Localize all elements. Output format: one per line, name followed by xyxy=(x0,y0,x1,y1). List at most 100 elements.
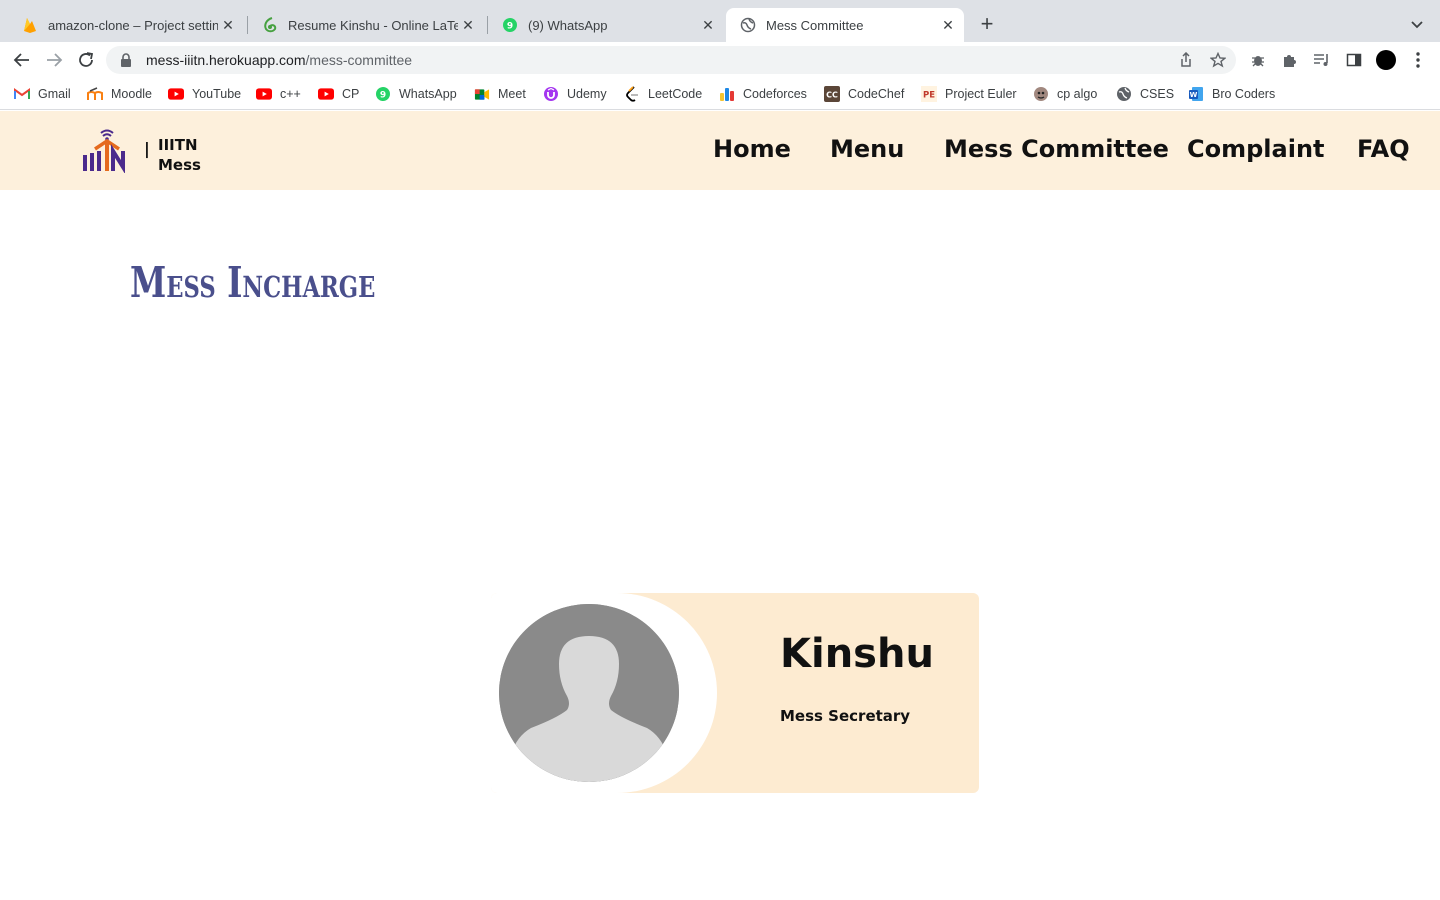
close-tab-icon[interactable]: ✕ xyxy=(698,15,718,35)
brand-name[interactable]: IIITN Mess xyxy=(158,135,201,175)
section-title: Mess Incharge xyxy=(130,258,376,307)
bookmarks-bar: Gmail Moodle YouTube c++ CP 9 WhatsApp M… xyxy=(0,78,1440,110)
url-text: mess-iiitn.herokuapp.com/mess-committee xyxy=(146,52,412,68)
youtube-icon xyxy=(318,86,334,102)
moodle-icon xyxy=(87,86,103,102)
brand-line-1: IIITN xyxy=(158,136,198,154)
bookmark-label: cp algo xyxy=(1057,87,1098,101)
overleaf-icon xyxy=(262,17,278,33)
bookmark-gmail[interactable]: Gmail xyxy=(14,85,71,103)
word-icon: W xyxy=(1188,86,1204,102)
close-tab-icon[interactable]: ✕ xyxy=(218,15,238,35)
nav-faq[interactable]: FAQ xyxy=(1357,135,1410,163)
bookmark-label: Bro Coders xyxy=(1212,87,1276,101)
avatar xyxy=(499,604,679,782)
bookmark-label: YouTube xyxy=(192,87,242,101)
site-header: | IIITN Mess Home Menu Mess Committee Co… xyxy=(0,111,1440,190)
youtube-icon xyxy=(168,86,184,102)
iiitn-logo[interactable] xyxy=(80,127,130,174)
bookmark-udemy[interactable]: Udemy xyxy=(543,85,607,103)
bookmark-label: Project Euler xyxy=(945,87,1017,101)
profile-avatar[interactable] xyxy=(1376,50,1396,70)
bookmark-label: LeetCode xyxy=(648,87,703,101)
reload-icon[interactable] xyxy=(76,50,96,70)
bookmark-label: Udemy xyxy=(567,87,607,101)
share-icon[interactable] xyxy=(1176,50,1196,70)
project-euler-icon: PE xyxy=(921,86,937,102)
tab-amazon-clone[interactable]: amazon-clone – Project setting ✕ xyxy=(8,8,244,42)
member-role: Mess Secretary xyxy=(780,707,911,725)
bookmark-bro-coders[interactable]: W Bro Coders xyxy=(1188,85,1275,103)
bookmark-project-euler[interactable]: PE Project Euler xyxy=(921,85,1017,103)
bookmark-label: c++ xyxy=(280,87,301,101)
forward-icon[interactable] xyxy=(44,50,64,70)
bookmark-cp[interactable]: CP xyxy=(318,85,359,103)
cp-algo-icon xyxy=(1033,86,1049,102)
brand-line-2: Mess xyxy=(158,156,201,174)
url-host: mess-iiitn.herokuapp.com xyxy=(146,52,306,68)
tab-whatsapp[interactable]: 9 (9) WhatsApp ✕ xyxy=(488,8,724,42)
nav-menu[interactable]: Menu xyxy=(830,135,904,163)
bookmark-codeforces[interactable]: Codeforces xyxy=(719,85,807,103)
side-panel-icon[interactable] xyxy=(1344,50,1364,70)
brand-separator: | xyxy=(144,139,150,158)
member-card: Kinshu Mess Secretary xyxy=(491,593,979,793)
codechef-icon: CC xyxy=(824,86,840,102)
extensions-puzzle-icon[interactable] xyxy=(1280,50,1300,70)
bookmark-label: WhatsApp xyxy=(399,87,457,101)
back-icon[interactable] xyxy=(12,50,32,70)
bookmark-leetcode[interactable]: LeetCode xyxy=(624,85,702,103)
tab-title: Resume Kinshu - Online LaTeX xyxy=(288,17,458,33)
bookmark-star-icon[interactable] xyxy=(1208,50,1228,70)
whatsapp-icon: 9 xyxy=(502,17,518,33)
youtube-icon xyxy=(256,86,272,102)
udemy-icon xyxy=(543,86,559,102)
bookmark-cses[interactable]: CSES xyxy=(1116,85,1174,103)
gmail-icon xyxy=(14,86,30,102)
tab-title: Mess Committee xyxy=(766,17,864,33)
bug-extension-icon[interactable] xyxy=(1248,50,1268,70)
close-tab-icon[interactable]: ✕ xyxy=(938,15,958,35)
bookmark-label: Moodle xyxy=(111,87,152,101)
svg-text:PE: PE xyxy=(923,91,935,101)
address-bar[interactable]: mess-iiitn.herokuapp.com/mess-committee xyxy=(106,46,1236,74)
tab-search-icon[interactable] xyxy=(1406,14,1428,36)
media-queue-icon[interactable] xyxy=(1312,50,1332,70)
nav-mess-committee[interactable]: Mess Committee xyxy=(944,135,1169,163)
bookmark-label: CP xyxy=(342,87,360,101)
member-name: Kinshu xyxy=(780,631,934,677)
bookmark-meet[interactable]: Meet xyxy=(474,85,526,103)
bookmark-youtube[interactable]: YouTube xyxy=(168,85,241,103)
codeforces-icon xyxy=(719,86,735,102)
bookmark-label: Codeforces xyxy=(743,87,807,101)
nav-home[interactable]: Home xyxy=(713,135,791,163)
url-path: /mess-committee xyxy=(305,52,413,68)
firebase-icon xyxy=(22,17,38,33)
globe-icon xyxy=(740,17,756,33)
svg-text:9: 9 xyxy=(507,22,513,32)
tab-mess-committee[interactable]: Mess Committee ✕ xyxy=(726,8,964,42)
bookmark-codechef[interactable]: CC CodeChef xyxy=(824,85,904,103)
bookmark-cp-algo[interactable]: cp algo xyxy=(1033,85,1097,103)
new-tab-button[interactable]: + xyxy=(974,12,1000,38)
bookmark-whatsapp[interactable]: 9 WhatsApp xyxy=(375,85,457,103)
lock-icon[interactable] xyxy=(120,53,134,67)
tab-title: (9) WhatsApp xyxy=(528,17,608,33)
whatsapp-icon: 9 xyxy=(375,86,391,102)
nav-complaint[interactable]: Complaint xyxy=(1187,135,1325,163)
bookmark-label: CSES xyxy=(1140,87,1175,101)
bookmark-label: Gmail xyxy=(38,87,71,101)
bookmark-moodle[interactable]: Moodle xyxy=(87,85,152,103)
tab-resume[interactable]: Resume Kinshu - Online LaTeX ✕ xyxy=(248,8,484,42)
close-tab-icon[interactable]: ✕ xyxy=(458,15,478,35)
meet-icon xyxy=(474,86,490,102)
browser-toolbar: mess-iiitn.herokuapp.com/mess-committee xyxy=(0,42,1440,78)
browser-tab-strip: amazon-clone – Project setting ✕ Resume … xyxy=(0,0,1440,42)
bookmark-cpp[interactable]: c++ xyxy=(256,85,301,103)
svg-text:CC: CC xyxy=(826,91,838,100)
bookmark-label: Meet xyxy=(498,87,526,101)
tab-title: amazon-clone – Project setting xyxy=(48,17,218,33)
kebab-menu-icon[interactable] xyxy=(1408,50,1428,70)
person-placeholder-icon xyxy=(499,604,679,782)
svg-text:9: 9 xyxy=(380,91,386,101)
